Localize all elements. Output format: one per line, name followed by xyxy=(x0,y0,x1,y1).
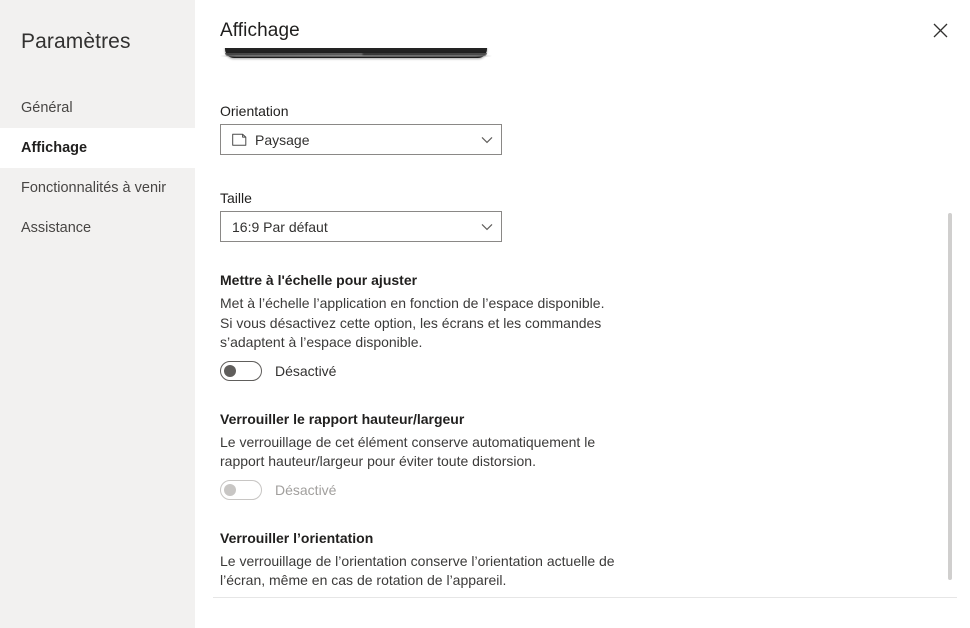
vertical-scrollbar[interactable] xyxy=(948,213,952,580)
size-dropdown[interactable]: 16:9 Par défaut xyxy=(220,211,502,242)
sidebar-title: Paramètres xyxy=(21,30,131,53)
device-preview-illustration xyxy=(220,48,502,66)
scale-to-fit-toggle[interactable] xyxy=(220,360,262,381)
sidebar-item-label: Affichage xyxy=(21,140,88,156)
toggle-row: Désactivé xyxy=(220,360,970,381)
footer-divider xyxy=(213,597,957,598)
setting-title: Verrouiller le rapport hauteur/largeur xyxy=(220,410,465,427)
settings-main-panel: Affichage Orientation Paysage Taille 16:… xyxy=(195,0,970,628)
page-landscape-icon xyxy=(231,132,247,148)
setting-description: Le verrouillage de l’orientation conserv… xyxy=(220,552,615,589)
sidebar-item-label: Général xyxy=(21,100,73,116)
toggle-row: Désactivé xyxy=(220,479,970,500)
setting-lock-orientation: Verrouiller l’orientation Le verrouillag… xyxy=(220,530,970,598)
page-title: Affichage xyxy=(220,20,300,41)
setting-title: Mettre à l'échelle pour ajuster xyxy=(220,272,418,288)
toggle-state-label: Désactivé xyxy=(275,481,337,498)
setting-lock-aspect-ratio: Verrouiller le rapport hauteur/largeur L… xyxy=(220,411,970,500)
size-value: 16:9 Par défaut xyxy=(232,218,328,235)
toggle-thumb xyxy=(224,364,236,377)
setting-title: Verrouiller l’orientation xyxy=(220,529,374,546)
toggle-state-label: Désactivé xyxy=(275,362,337,379)
settings-dialog: Paramètres Général Affichage Fonctionnal… xyxy=(0,0,970,628)
size-label: Taille xyxy=(220,190,252,206)
scrollbar-track[interactable] xyxy=(942,48,958,597)
close-icon[interactable] xyxy=(924,14,956,46)
setting-description: Met à l’échelle l’application en fonctio… xyxy=(220,295,605,350)
chevron-down-icon xyxy=(481,223,493,231)
lock-aspect-ratio-toggle xyxy=(220,479,262,500)
sidebar-item-assistance[interactable]: Assistance xyxy=(0,208,195,248)
orientation-label: Orientation xyxy=(220,103,289,119)
orientation-value: Paysage xyxy=(255,131,310,148)
toggle-thumb xyxy=(224,483,236,496)
sidebar-item-affichage[interactable]: Affichage xyxy=(0,128,195,168)
settings-sidebar: Paramètres Général Affichage Fonctionnal… xyxy=(0,0,195,628)
sidebar-nav: Général Affichage Fonctionnalités à veni… xyxy=(0,88,195,248)
chevron-down-icon xyxy=(481,136,493,144)
sidebar-item-label: Assistance xyxy=(21,220,92,236)
sidebar-item-general[interactable]: Général xyxy=(0,88,195,128)
orientation-dropdown[interactable]: Paysage xyxy=(220,124,502,155)
tablet-base-shadow xyxy=(220,55,492,57)
sidebar-item-fonctionnalites-a-venir[interactable]: Fonctionnalités à venir xyxy=(0,168,195,208)
settings-scroll-region: Orientation Paysage Taille 16:9 Par défa… xyxy=(195,48,970,597)
setting-description: Le verrouillage de cet élément conserve … xyxy=(220,433,596,470)
setting-scale-to-fit: Mettre à l'échelle pour ajuster Met à l’… xyxy=(220,272,970,381)
sidebar-item-label: Fonctionnalités à venir xyxy=(21,180,167,196)
